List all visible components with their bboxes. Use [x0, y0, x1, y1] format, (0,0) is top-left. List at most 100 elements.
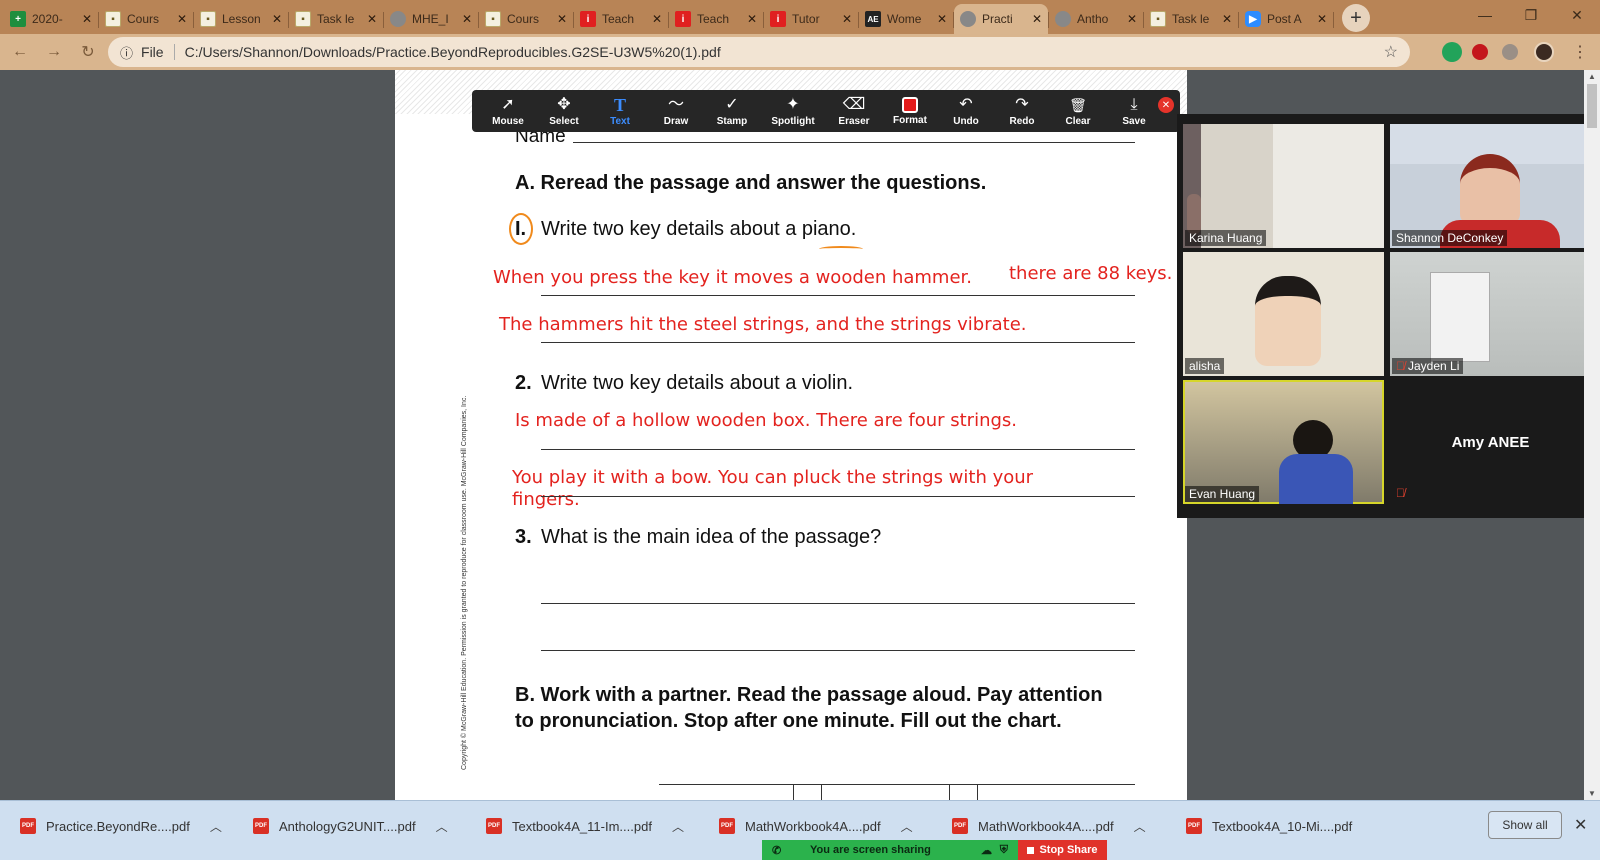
close-tab-icon[interactable]: ✕	[842, 12, 852, 26]
draw-tool[interactable]: 〜 Draw	[648, 90, 704, 132]
close-tab-icon[interactable]: ✕	[82, 12, 92, 26]
undo-tool[interactable]: ↶ Undo	[938, 90, 994, 132]
download-item[interactable]: PDF MathWorkbook4A....pdf ︿	[952, 811, 1146, 841]
close-tab-icon[interactable]: ✕	[462, 12, 472, 26]
close-tab-icon[interactable]: ✕	[652, 12, 662, 26]
stamp-tool[interactable]: ✓ Stamp	[704, 90, 760, 132]
tool-label: Redo	[1009, 115, 1035, 127]
document-icon: ▪	[485, 11, 501, 27]
close-shelf-icon[interactable]: ✕	[1574, 815, 1587, 835]
close-tab-icon[interactable]: ✕	[557, 12, 567, 26]
chevron-up-icon[interactable]: ︿	[210, 818, 222, 835]
clear-tool[interactable]: 🗑 Clear	[1050, 90, 1106, 132]
download-item[interactable]: PDF Textbook4A_10-Mi....pdf	[1186, 811, 1352, 841]
extensions-puzzle-icon[interactable]	[1502, 44, 1518, 60]
tab-9[interactable]: AE Wome ✕	[859, 4, 954, 34]
forward-icon[interactable]: →	[40, 38, 68, 66]
close-tab-icon[interactable]: ✕	[177, 12, 187, 26]
ae-icon: AE	[865, 11, 881, 27]
format-tool[interactable]: Format	[882, 90, 938, 132]
tab-4[interactable]: MHE_I ✕	[384, 4, 479, 34]
profile-avatar[interactable]	[1534, 42, 1554, 62]
screen-share-banner: ✆ You are screen sharing ☁ ⛨ Stop Share	[762, 840, 1107, 860]
close-annotation-icon[interactable]: ✕	[1158, 97, 1174, 113]
download-item[interactable]: PDF AnthologyG2UNIT....pdf ︿	[253, 811, 448, 841]
tab-3[interactable]: ▪ Task le ✕	[289, 4, 384, 34]
participant-tile[interactable]: alisha	[1183, 252, 1384, 376]
stop-share-button[interactable]: Stop Share	[1018, 840, 1107, 860]
close-window-icon[interactable]: ✕	[1554, 0, 1600, 30]
download-item[interactable]: PDF Practice.BeyondRe....pdf ︿	[20, 811, 222, 841]
tab-8[interactable]: i Tutor ✕	[764, 4, 859, 34]
ublock-icon[interactable]	[1472, 44, 1488, 60]
scroll-thumb[interactable]	[1587, 84, 1597, 128]
close-tab-icon[interactable]: ✕	[1127, 12, 1137, 26]
extension-green-icon[interactable]	[1442, 42, 1462, 62]
download-item[interactable]: PDF Textbook4A_11-Im....pdf ︿	[486, 811, 684, 841]
tab-10-active[interactable]: Practi ✕	[954, 4, 1049, 34]
participant-tile[interactable]: Shannon DeConkey	[1390, 124, 1591, 248]
answer-line	[541, 449, 1135, 450]
close-tab-icon[interactable]: ✕	[272, 12, 282, 26]
tab-6[interactable]: i Teach ✕	[574, 4, 669, 34]
save-tool[interactable]: ⤓ Save	[1106, 90, 1162, 132]
participant-tile[interactable]: 🎙̸ Jayden Li	[1390, 252, 1591, 376]
close-tab-icon[interactable]: ✕	[1317, 12, 1327, 26]
info-icon[interactable]: ⓘ	[120, 43, 133, 62]
new-tab-button[interactable]: +	[1342, 4, 1370, 32]
video-figure	[1460, 154, 1520, 224]
reload-icon[interactable]: ↻	[74, 38, 102, 66]
close-tab-icon[interactable]: ✕	[1222, 12, 1232, 26]
text-icon: T	[613, 94, 626, 115]
vertical-scrollbar[interactable]: ▲ ▼	[1584, 70, 1600, 800]
chevron-up-icon[interactable]: ︿	[1134, 818, 1146, 835]
document-icon: ▪	[295, 11, 311, 27]
participant-name: alisha	[1185, 358, 1225, 374]
back-icon[interactable]: ←	[6, 38, 34, 66]
address-bar[interactable]: ⓘ File C:/Users/Shannon/Downloads/Practi…	[108, 37, 1410, 67]
close-tab-icon[interactable]: ✕	[367, 12, 377, 26]
close-tab-icon[interactable]: ✕	[937, 12, 947, 26]
close-tab-icon[interactable]: ✕	[1032, 12, 1042, 26]
tool-label: Clear	[1065, 115, 1091, 127]
download-filename: MathWorkbook4A....pdf	[978, 818, 1114, 834]
chevron-up-icon[interactable]: ︿	[672, 818, 684, 835]
show-all-button[interactable]: Show all	[1488, 811, 1562, 839]
annotation-violin-3: fingers.	[512, 489, 580, 510]
chevron-up-icon[interactable]: ︿	[436, 818, 448, 835]
tab-11[interactable]: Antho ✕	[1049, 4, 1144, 34]
browser-toolbar: ← → ↻ ⓘ File C:/Users/Shannon/Downloads/…	[0, 34, 1600, 70]
tab-7[interactable]: i Teach ✕	[669, 4, 764, 34]
download-item[interactable]: PDF MathWorkbook4A....pdf ︿	[719, 811, 913, 841]
minimize-icon[interactable]: —	[1462, 0, 1508, 30]
sharing-indicator[interactable]: ✆ You are screen sharing ☁ ⛨	[762, 840, 1018, 860]
q2-text: Write two key details about a violin.	[541, 372, 854, 394]
q3-number: 3.	[515, 526, 532, 548]
participant-tile[interactable]: Amy ANEE 🎙̸	[1390, 380, 1591, 504]
tab-title: Task le	[317, 12, 355, 26]
tab-13[interactable]: ▶ Post A ✕	[1239, 4, 1334, 34]
bookmark-star-icon[interactable]: ☆	[1384, 42, 1398, 62]
close-tab-icon[interactable]: ✕	[747, 12, 757, 26]
participant-name: Karina Huang	[1185, 230, 1267, 246]
tab-title: Cours	[127, 12, 160, 26]
tab-12[interactable]: ▪ Task le ✕	[1144, 4, 1239, 34]
tab-1[interactable]: ▪ Cours ✕	[99, 4, 194, 34]
menu-kebab-icon[interactable]: ⋮	[1572, 42, 1588, 62]
redo-tool[interactable]: ↷ Redo	[994, 90, 1050, 132]
scroll-down-icon[interactable]: ▼	[1584, 789, 1600, 798]
participant-tile[interactable]: Karina Huang	[1183, 124, 1384, 248]
eraser-tool[interactable]: ⌫ Eraser	[826, 90, 882, 132]
mouse-tool[interactable]: ➚ Mouse	[480, 90, 536, 132]
tab-0[interactable]: +2020- ✕	[4, 4, 99, 34]
tab-2[interactable]: ▪ Lesson ✕	[194, 4, 289, 34]
text-tool[interactable]: T Text	[592, 90, 648, 132]
spotlight-tool[interactable]: ✦ Spotlight	[760, 90, 826, 132]
scroll-up-icon[interactable]: ▲	[1584, 72, 1600, 81]
restore-icon[interactable]: ❐	[1508, 0, 1554, 30]
url-text[interactable]: C:/Users/Shannon/Downloads/Practice.Beyo…	[185, 44, 721, 60]
tab-5[interactable]: ▪ Cours ✕	[479, 4, 574, 34]
select-tool[interactable]: ✥ Select	[536, 90, 592, 132]
chevron-up-icon[interactable]: ︿	[901, 818, 913, 835]
participant-tile-active-speaker[interactable]: Evan Huang	[1183, 380, 1384, 504]
